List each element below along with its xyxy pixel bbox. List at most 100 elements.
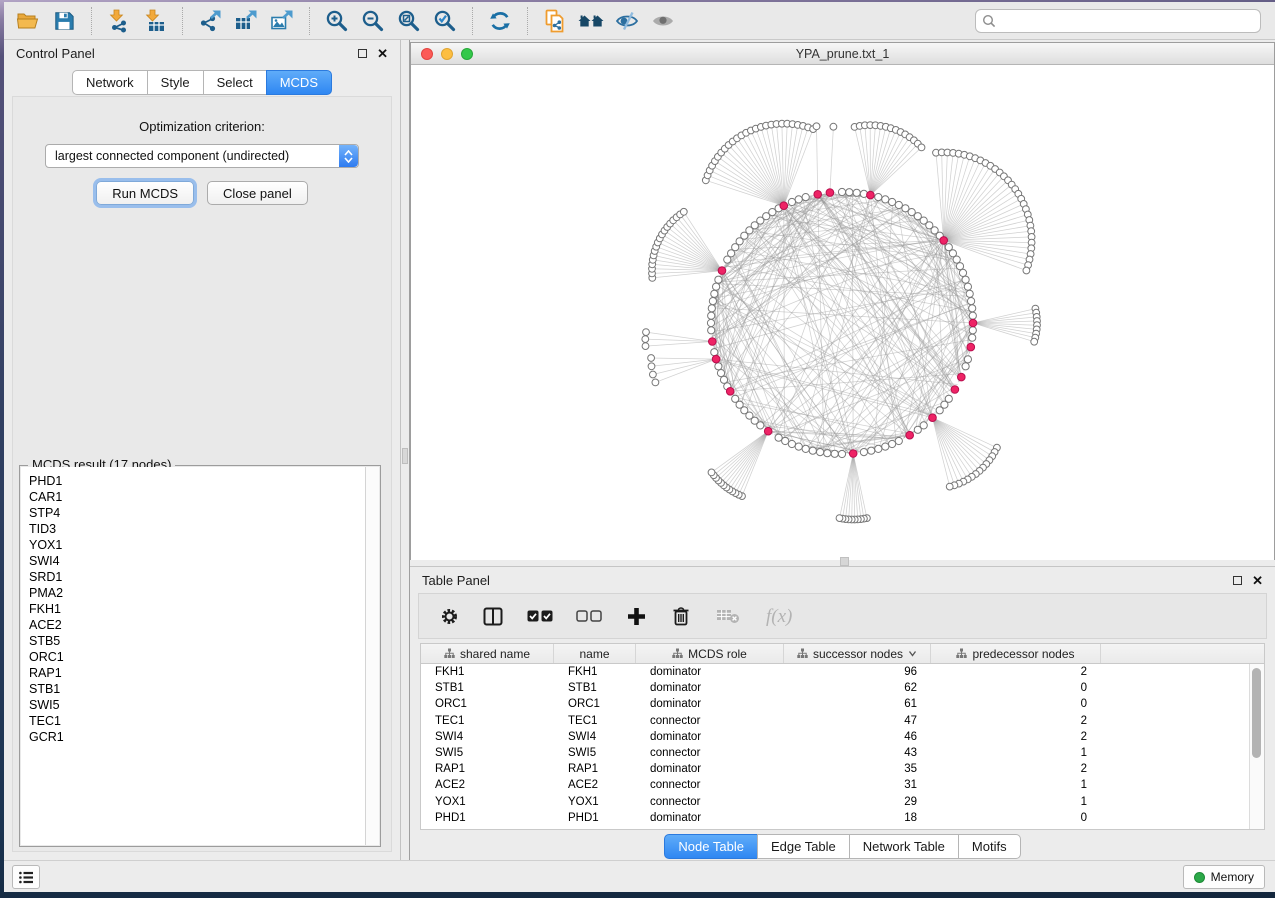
network-window-titlebar[interactable]: YPA_prune.txt_1: [411, 43, 1274, 65]
column-header-shared-name[interactable]: shared name: [421, 644, 554, 663]
task-history-button[interactable]: [12, 865, 40, 889]
mcds-result-item[interactable]: ORC1: [29, 649, 379, 665]
mcds-result-item[interactable]: STB5: [29, 633, 379, 649]
tab-select[interactable]: Select: [203, 70, 267, 95]
table-row[interactable]: ACE2ACE2connector311: [421, 777, 1264, 793]
mcds-scrollbar[interactable]: [365, 467, 379, 845]
search-field-wrap: [975, 9, 1261, 33]
column-header-MCDS-role[interactable]: MCDS role: [636, 644, 784, 663]
close-panel-button[interactable]: Close panel: [207, 181, 308, 205]
search-input[interactable]: [975, 9, 1261, 33]
panel-divider-vertical[interactable]: [400, 40, 410, 860]
table-row[interactable]: STB1STB1dominator620: [421, 680, 1264, 696]
divider-handle[interactable]: [840, 557, 849, 566]
column-header-name[interactable]: name: [554, 644, 636, 663]
table-row[interactable]: ORC1ORC1dominator610: [421, 696, 1264, 712]
open-file-icon[interactable]: [10, 6, 46, 36]
table-cell: ACE2: [554, 779, 636, 791]
mcds-result-item[interactable]: TID3: [29, 521, 379, 537]
mcds-result-item[interactable]: RAP1: [29, 665, 379, 681]
zoom-selected-icon[interactable]: [427, 6, 463, 36]
export-image-icon[interactable]: [264, 6, 300, 36]
tab-mcds[interactable]: MCDS: [266, 70, 332, 95]
table-cell: YOX1: [554, 796, 636, 808]
window-minimize-icon[interactable]: [441, 48, 453, 60]
table-cell: connector: [636, 779, 784, 791]
import-table-icon[interactable]: [137, 6, 173, 36]
columns-icon[interactable]: [482, 601, 504, 631]
function-builder-icon[interactable]: f(x): [764, 601, 798, 631]
mcds-result-item[interactable]: SRD1: [29, 569, 379, 585]
tab-network[interactable]: Network: [72, 70, 148, 95]
mcds-result-item[interactable]: GCR1: [29, 729, 379, 745]
table-tab-network-table[interactable]: Network Table: [849, 834, 959, 859]
hide-selected-icon[interactable]: [609, 6, 645, 36]
window-close-icon[interactable]: [421, 48, 433, 60]
mcds-result-item[interactable]: FKH1: [29, 601, 379, 617]
node-table[interactable]: shared namenameMCDS rolesuccessor nodesp…: [420, 643, 1265, 830]
table-tab-motifs[interactable]: Motifs: [958, 834, 1021, 859]
import-network-icon[interactable]: [101, 6, 137, 36]
add-row-icon[interactable]: [625, 601, 647, 631]
zoom-out-icon[interactable]: [355, 6, 391, 36]
table-scrollbar[interactable]: [1249, 664, 1264, 829]
run-mcds-button[interactable]: Run MCDS: [96, 181, 194, 205]
mcds-result-item[interactable]: STB1: [29, 681, 379, 697]
table-row[interactable]: TEC1TEC1connector472: [421, 713, 1264, 729]
table-tab-node-table[interactable]: Node Table: [664, 834, 758, 859]
mcds-result-item[interactable]: ACE2: [29, 617, 379, 633]
mcds-result-item[interactable]: SWI5: [29, 697, 379, 713]
float-panel-icon[interactable]: [358, 49, 367, 58]
tab-style[interactable]: Style: [147, 70, 204, 95]
refresh-icon[interactable]: [482, 6, 518, 36]
table-row[interactable]: SWI4SWI4dominator462: [421, 729, 1264, 745]
first-neighbors-icon[interactable]: [573, 6, 609, 36]
deselect-all-icon[interactable]: [576, 601, 602, 631]
scrollbar-thumb[interactable]: [1252, 668, 1261, 758]
table-row[interactable]: RAP1RAP1dominator352: [421, 761, 1264, 777]
show-all-icon[interactable]: [645, 6, 681, 36]
float-panel-icon[interactable]: [1233, 576, 1242, 585]
control-panel-title: Control Panel: [16, 46, 95, 61]
table-tab-edge-table[interactable]: Edge Table: [757, 834, 850, 859]
table-row[interactable]: SWI5SWI5connector431: [421, 745, 1264, 761]
delete-icon[interactable]: [670, 601, 692, 631]
mcds-result-item[interactable]: STP4: [29, 505, 379, 521]
table-row[interactable]: PHD1PHD1dominator180: [421, 810, 1264, 826]
window-zoom-icon[interactable]: [461, 48, 473, 60]
mcds-result-item[interactable]: SWI4: [29, 553, 379, 569]
toolbar-separator: [472, 7, 473, 35]
mcds-result-item[interactable]: TEC1: [29, 713, 379, 729]
table-cell: PHD1: [421, 812, 554, 824]
memory-button[interactable]: Memory: [1183, 865, 1265, 889]
column-header-predecessor-nodes[interactable]: predecessor nodes: [931, 644, 1101, 663]
table-cell: 47: [784, 715, 931, 727]
save-session-icon[interactable]: [46, 6, 82, 36]
table-cell: FKH1: [421, 666, 554, 678]
table-cell: TEC1: [554, 715, 636, 727]
table-row[interactable]: FKH1FKH1dominator962: [421, 664, 1264, 680]
table-cell: 29: [784, 796, 931, 808]
mcds-result-item[interactable]: YOX1: [29, 537, 379, 553]
mcds-result-item[interactable]: PHD1: [29, 473, 379, 489]
delete-column-icon[interactable]: [715, 601, 741, 631]
gear-icon[interactable]: [439, 601, 459, 631]
table-row[interactable]: YOX1YOX1connector291: [421, 794, 1264, 810]
export-network-icon[interactable]: [192, 6, 228, 36]
criterion-select[interactable]: largest connected component (undirected): [45, 144, 359, 168]
divider-handle[interactable]: [402, 448, 408, 464]
export-table-icon[interactable]: [228, 6, 264, 36]
close-panel-icon[interactable]: ✕: [1252, 574, 1263, 587]
mcds-result-list[interactable]: PHD1CAR1STP4TID3YOX1SWI4SRD1PMA2FKH1ACE2…: [21, 467, 379, 845]
zoom-fit-icon[interactable]: [391, 6, 427, 36]
close-panel-icon[interactable]: ✕: [377, 47, 388, 60]
column-header-successor-nodes[interactable]: successor nodes: [784, 644, 931, 663]
mcds-result-item[interactable]: PMA2: [29, 585, 379, 601]
table-cell: connector: [636, 715, 784, 727]
mcds-result-item[interactable]: CAR1: [29, 489, 379, 505]
table-cell: TEC1: [421, 715, 554, 727]
network-canvas[interactable]: [411, 65, 1275, 561]
zoom-in-icon[interactable]: [319, 6, 355, 36]
clone-network-icon[interactable]: [537, 6, 573, 36]
select-all-icon[interactable]: [527, 601, 553, 631]
